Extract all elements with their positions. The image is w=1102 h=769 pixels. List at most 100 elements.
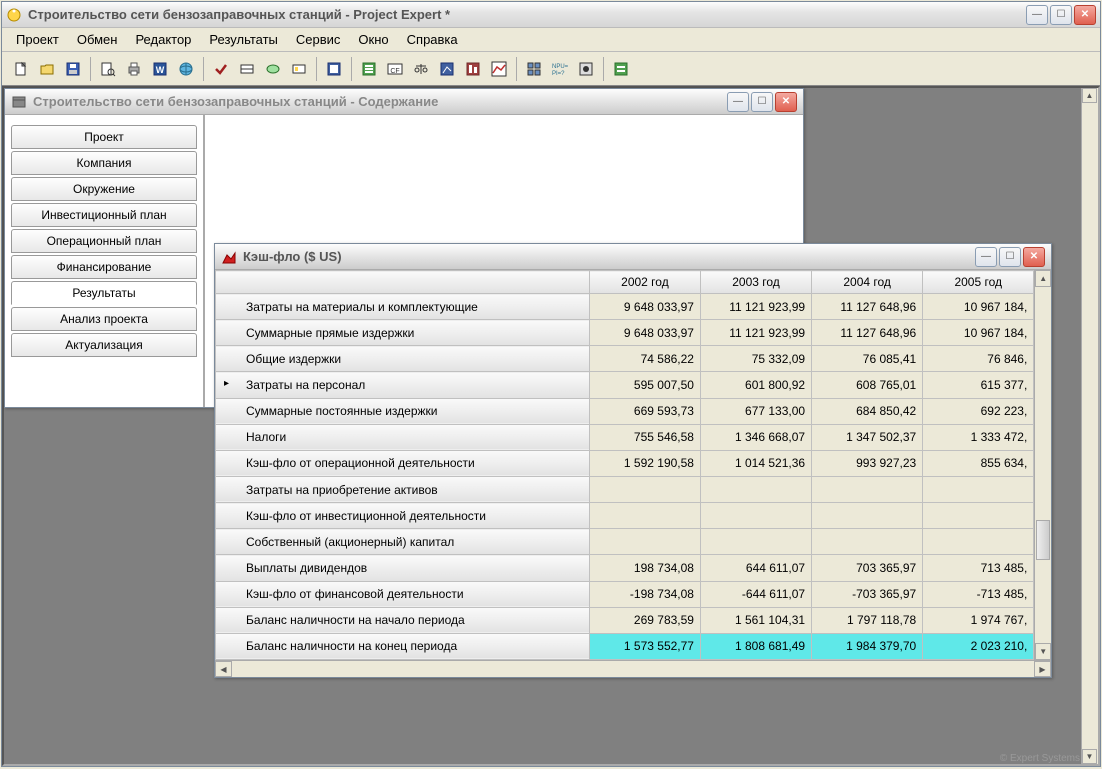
cell-value[interactable]: 1 592 190,58: [589, 450, 700, 476]
tool-8-icon[interactable]: [322, 57, 346, 81]
sidebar-tab-financing[interactable]: Финансирование: [11, 255, 197, 279]
chart-icon[interactable]: [487, 57, 511, 81]
row-label[interactable]: Суммарные постоянные издержки: [216, 398, 590, 424]
cell-value[interactable]: 10 967 184,: [923, 320, 1034, 346]
content-window-titlebar[interactable]: Строительство сети бензозаправочных стан…: [5, 89, 803, 115]
table-row[interactable]: Затраты на приобретение активов: [216, 476, 1034, 502]
child-close-button[interactable]: ✕: [775, 92, 797, 112]
table-scroll-left-icon[interactable]: ◀: [215, 661, 232, 677]
open-icon[interactable]: [35, 57, 59, 81]
cell-value[interactable]: 2 023 210,: [923, 633, 1034, 659]
table-row[interactable]: Баланс наличности на конец периода1 573 …: [216, 633, 1034, 659]
row-label[interactable]: Кэш-фло от инвестиционной деятельности: [216, 503, 590, 529]
table-row[interactable]: Баланс наличности на начало периода269 7…: [216, 607, 1034, 633]
main-titlebar[interactable]: Строительство сети бензозаправочных стан…: [2, 2, 1100, 28]
row-label[interactable]: Суммарные прямые издержки: [216, 320, 590, 346]
sidebar-tab-operational[interactable]: Операционный план: [11, 229, 197, 253]
cell-value[interactable]: 9 648 033,97: [589, 294, 700, 320]
tool-13-icon[interactable]: [461, 57, 485, 81]
tool-9-icon[interactable]: [357, 57, 381, 81]
word-icon[interactable]: W: [148, 57, 172, 81]
cell-value[interactable]: 9 648 033,97: [589, 320, 700, 346]
row-label[interactable]: Собственный (акционерный) капитал: [216, 529, 590, 555]
cell-value[interactable]: 1 808 681,49: [700, 633, 811, 659]
cell-value[interactable]: -198 734,08: [589, 581, 700, 607]
tool-npv-icon[interactable]: NPU=PI=?: [548, 57, 572, 81]
cell-value[interactable]: 684 850,42: [812, 398, 923, 424]
cell-value[interactable]: [923, 503, 1034, 529]
tool-6-icon[interactable]: [261, 57, 285, 81]
menu-exchange[interactable]: Обмен: [69, 29, 126, 50]
tool-7-icon[interactable]: [287, 57, 311, 81]
tool-18-icon[interactable]: [609, 57, 633, 81]
child-minimize-button[interactable]: —: [727, 92, 749, 112]
col-2002[interactable]: 2002 год: [589, 271, 700, 294]
cell-value[interactable]: 644 611,07: [700, 555, 811, 581]
cell-value[interactable]: -703 365,97: [812, 581, 923, 607]
cell-value[interactable]: 608 765,01: [812, 372, 923, 398]
print-icon[interactable]: [122, 57, 146, 81]
col-2003[interactable]: 2003 год: [700, 271, 811, 294]
table-row[interactable]: Кэш-фло от операционной деятельности1 59…: [216, 450, 1034, 476]
cell-value[interactable]: [589, 529, 700, 555]
cell-value[interactable]: 1 333 472,: [923, 424, 1034, 450]
cell-value[interactable]: 755 546,58: [589, 424, 700, 450]
scroll-down-icon[interactable]: ▼: [1082, 749, 1097, 764]
cell-value[interactable]: 11 121 923,99: [700, 320, 811, 346]
cell-value[interactable]: [589, 503, 700, 529]
tool-cf-icon[interactable]: CF: [383, 57, 407, 81]
cashflow-table[interactable]: 2002 год 2003 год 2004 год 2005 год Затр…: [215, 270, 1034, 660]
cell-value[interactable]: 76 846,: [923, 346, 1034, 372]
menu-project[interactable]: Проект: [8, 29, 67, 50]
tool-12-icon[interactable]: [435, 57, 459, 81]
cell-value[interactable]: [812, 476, 923, 502]
cell-value[interactable]: 269 783,59: [589, 607, 700, 633]
maximize-button[interactable]: ☐: [1050, 5, 1072, 25]
cell-value[interactable]: 1 347 502,37: [812, 424, 923, 450]
row-label[interactable]: Затраты на приобретение активов: [216, 476, 590, 502]
table-scroll-down-icon[interactable]: ▼: [1035, 643, 1051, 660]
cell-value[interactable]: 1 573 552,77: [589, 633, 700, 659]
cell-value[interactable]: 11 121 923,99: [700, 294, 811, 320]
cell-value[interactable]: 75 332,09: [700, 346, 811, 372]
table-scroll-up-icon[interactable]: ▲: [1035, 270, 1051, 287]
check-icon[interactable]: [209, 57, 233, 81]
table-row[interactable]: Налоги755 546,581 346 668,071 347 502,37…: [216, 424, 1034, 450]
cell-value[interactable]: [700, 529, 811, 555]
table-row[interactable]: Выплаты дивидендов198 734,08644 611,0770…: [216, 555, 1034, 581]
minimize-button[interactable]: —: [1026, 5, 1048, 25]
menu-help[interactable]: Справка: [399, 29, 466, 50]
cell-value[interactable]: 595 007,50: [589, 372, 700, 398]
menu-editor[interactable]: Редактор: [127, 29, 199, 50]
sidebar-tab-project[interactable]: Проект: [11, 125, 197, 149]
row-label[interactable]: Затраты на персонал: [216, 372, 590, 398]
cell-value[interactable]: 855 634,: [923, 450, 1034, 476]
scroll-up-icon[interactable]: ▲: [1082, 88, 1097, 103]
tool-5-icon[interactable]: [235, 57, 259, 81]
save-icon[interactable]: [61, 57, 85, 81]
close-button[interactable]: ✕: [1074, 5, 1096, 25]
cell-value[interactable]: 1 561 104,31: [700, 607, 811, 633]
cell-value[interactable]: 692 223,: [923, 398, 1034, 424]
web-icon[interactable]: [174, 57, 198, 81]
cell-value[interactable]: [812, 503, 923, 529]
cell-value[interactable]: 1 014 521,36: [700, 450, 811, 476]
table-row[interactable]: Затраты на материалы и комплектующие9 64…: [216, 294, 1034, 320]
table-row[interactable]: Суммарные прямые издержки9 648 033,9711 …: [216, 320, 1034, 346]
cashflow-maximize-button[interactable]: ☐: [999, 247, 1021, 267]
cell-value[interactable]: [700, 476, 811, 502]
sidebar-tab-investment[interactable]: Инвестиционный план: [11, 203, 197, 227]
table-row[interactable]: Затраты на персонал595 007,50601 800,926…: [216, 372, 1034, 398]
table-row[interactable]: Кэш-фло от финансовой деятельности-198 7…: [216, 581, 1034, 607]
table-hscrollbar[interactable]: ◀ ▶: [215, 660, 1051, 677]
cell-value[interactable]: 10 967 184,: [923, 294, 1034, 320]
cell-value[interactable]: 1 346 668,07: [700, 424, 811, 450]
row-label[interactable]: Общие издержки: [216, 346, 590, 372]
balance-icon[interactable]: [409, 57, 433, 81]
cell-value[interactable]: 198 734,08: [589, 555, 700, 581]
row-label[interactable]: Баланс наличности на конец периода: [216, 633, 590, 659]
table-scroll-right-icon[interactable]: ▶: [1034, 661, 1051, 677]
cashflow-minimize-button[interactable]: —: [975, 247, 997, 267]
table-row[interactable]: Кэш-фло от инвестиционной деятельности: [216, 503, 1034, 529]
row-label[interactable]: Кэш-фло от финансовой деятельности: [216, 581, 590, 607]
